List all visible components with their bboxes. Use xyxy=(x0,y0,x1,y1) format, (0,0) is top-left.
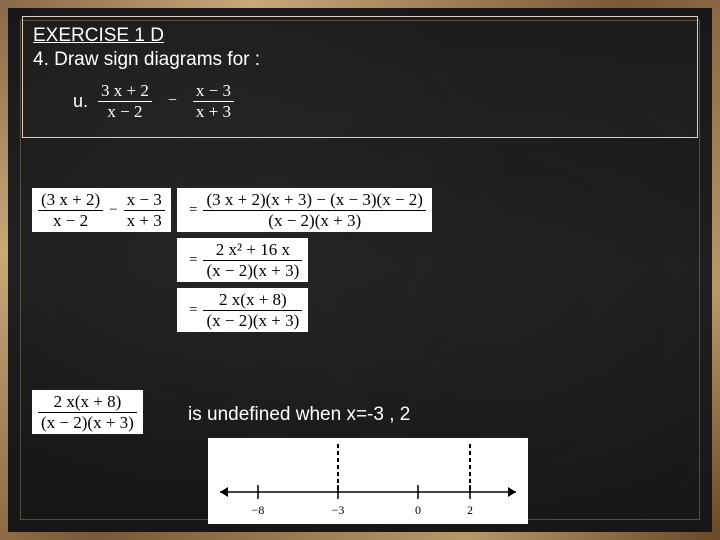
exercise-item: u. 3 x + 2 x − 2 − x − 3 x + 3 xyxy=(73,81,687,121)
step3-frac: 2 x(x + 8) (x − 2)(x + 3) xyxy=(203,290,302,330)
final-num: 2 x(x + 8) xyxy=(51,392,125,412)
item-label: u. xyxy=(73,91,88,112)
step-1: = (3 x + 2)(x + 3) − (x − 3)(x − 2) (x −… xyxy=(177,188,432,232)
expr-frac-2: x − 3 x + 3 xyxy=(193,81,234,121)
lhs-frac-2: x − 3 x + 3 xyxy=(124,190,165,230)
step1-den: (x − 2)(x + 3) xyxy=(265,211,364,231)
final-expression: 2 x(x + 8) (x − 2)(x + 3) xyxy=(32,390,143,434)
tick-label: −3 xyxy=(332,503,345,517)
exercise-box: EXERCISE 1 D 4. Draw sign diagrams for :… xyxy=(22,16,698,138)
minus-icon: − xyxy=(103,202,123,219)
step3-den: (x − 2)(x + 3) xyxy=(203,311,302,331)
slide-frame: EXERCISE 1 D 4. Draw sign diagrams for :… xyxy=(0,0,720,540)
lhs-frac-1: (3 x + 2) x − 2 xyxy=(38,190,103,230)
tick-label: 0 xyxy=(415,503,421,517)
equals-sign: = xyxy=(183,252,203,269)
step2-num: 2 x² + 16 x xyxy=(213,240,293,260)
equals-sign: = xyxy=(183,302,203,319)
step3-num: 2 x(x + 8) xyxy=(216,290,290,310)
expr-f1-den: x − 2 xyxy=(104,102,145,122)
lhs-f1-den: x − 2 xyxy=(50,211,91,231)
equals-sign: = xyxy=(183,202,203,219)
expr-f2-den: x + 3 xyxy=(193,102,234,122)
number-line-diagram: −8 −3 0 2 xyxy=(208,438,528,524)
work-lhs: (3 x + 2) x − 2 − x − 3 x + 3 xyxy=(32,188,171,232)
lhs-f2-den: x + 3 xyxy=(124,211,165,231)
step2-den: (x − 2)(x + 3) xyxy=(203,261,302,281)
step1-frac: (3 x + 2)(x + 3) − (x − 3)(x − 2) (x − 2… xyxy=(203,190,425,230)
exercise-prompt: 4. Draw sign diagrams for : xyxy=(33,49,687,71)
expr-f1-num: 3 x + 2 xyxy=(98,81,152,101)
lhs-f2-num: x − 3 xyxy=(124,190,165,210)
step1-num: (3 x + 2)(x + 3) − (x − 3)(x − 2) xyxy=(203,190,425,210)
tick-label: 2 xyxy=(467,503,473,517)
step-2: = 2 x² + 16 x (x − 2)(x + 3) xyxy=(177,238,432,282)
expr-frac-1: 3 x + 2 x − 2 xyxy=(98,81,152,121)
minus-icon: − xyxy=(162,92,183,110)
rhs-column: = (3 x + 2)(x + 3) − (x − 3)(x − 2) (x −… xyxy=(177,188,432,332)
step-3: = 2 x(x + 8) (x − 2)(x + 3) xyxy=(177,288,432,332)
expr-f2-num: x − 3 xyxy=(193,81,234,101)
step2-frac: 2 x² + 16 x (x − 2)(x + 3) xyxy=(203,240,302,280)
tick-label: −8 xyxy=(252,503,265,517)
final-den: (x − 2)(x + 3) xyxy=(38,413,137,433)
lhs-f1-num: (3 x + 2) xyxy=(38,190,103,210)
undefined-statement: is undefined when x=-3 , 2 xyxy=(188,404,410,426)
exercise-title: EXERCISE 1 D xyxy=(33,25,687,47)
